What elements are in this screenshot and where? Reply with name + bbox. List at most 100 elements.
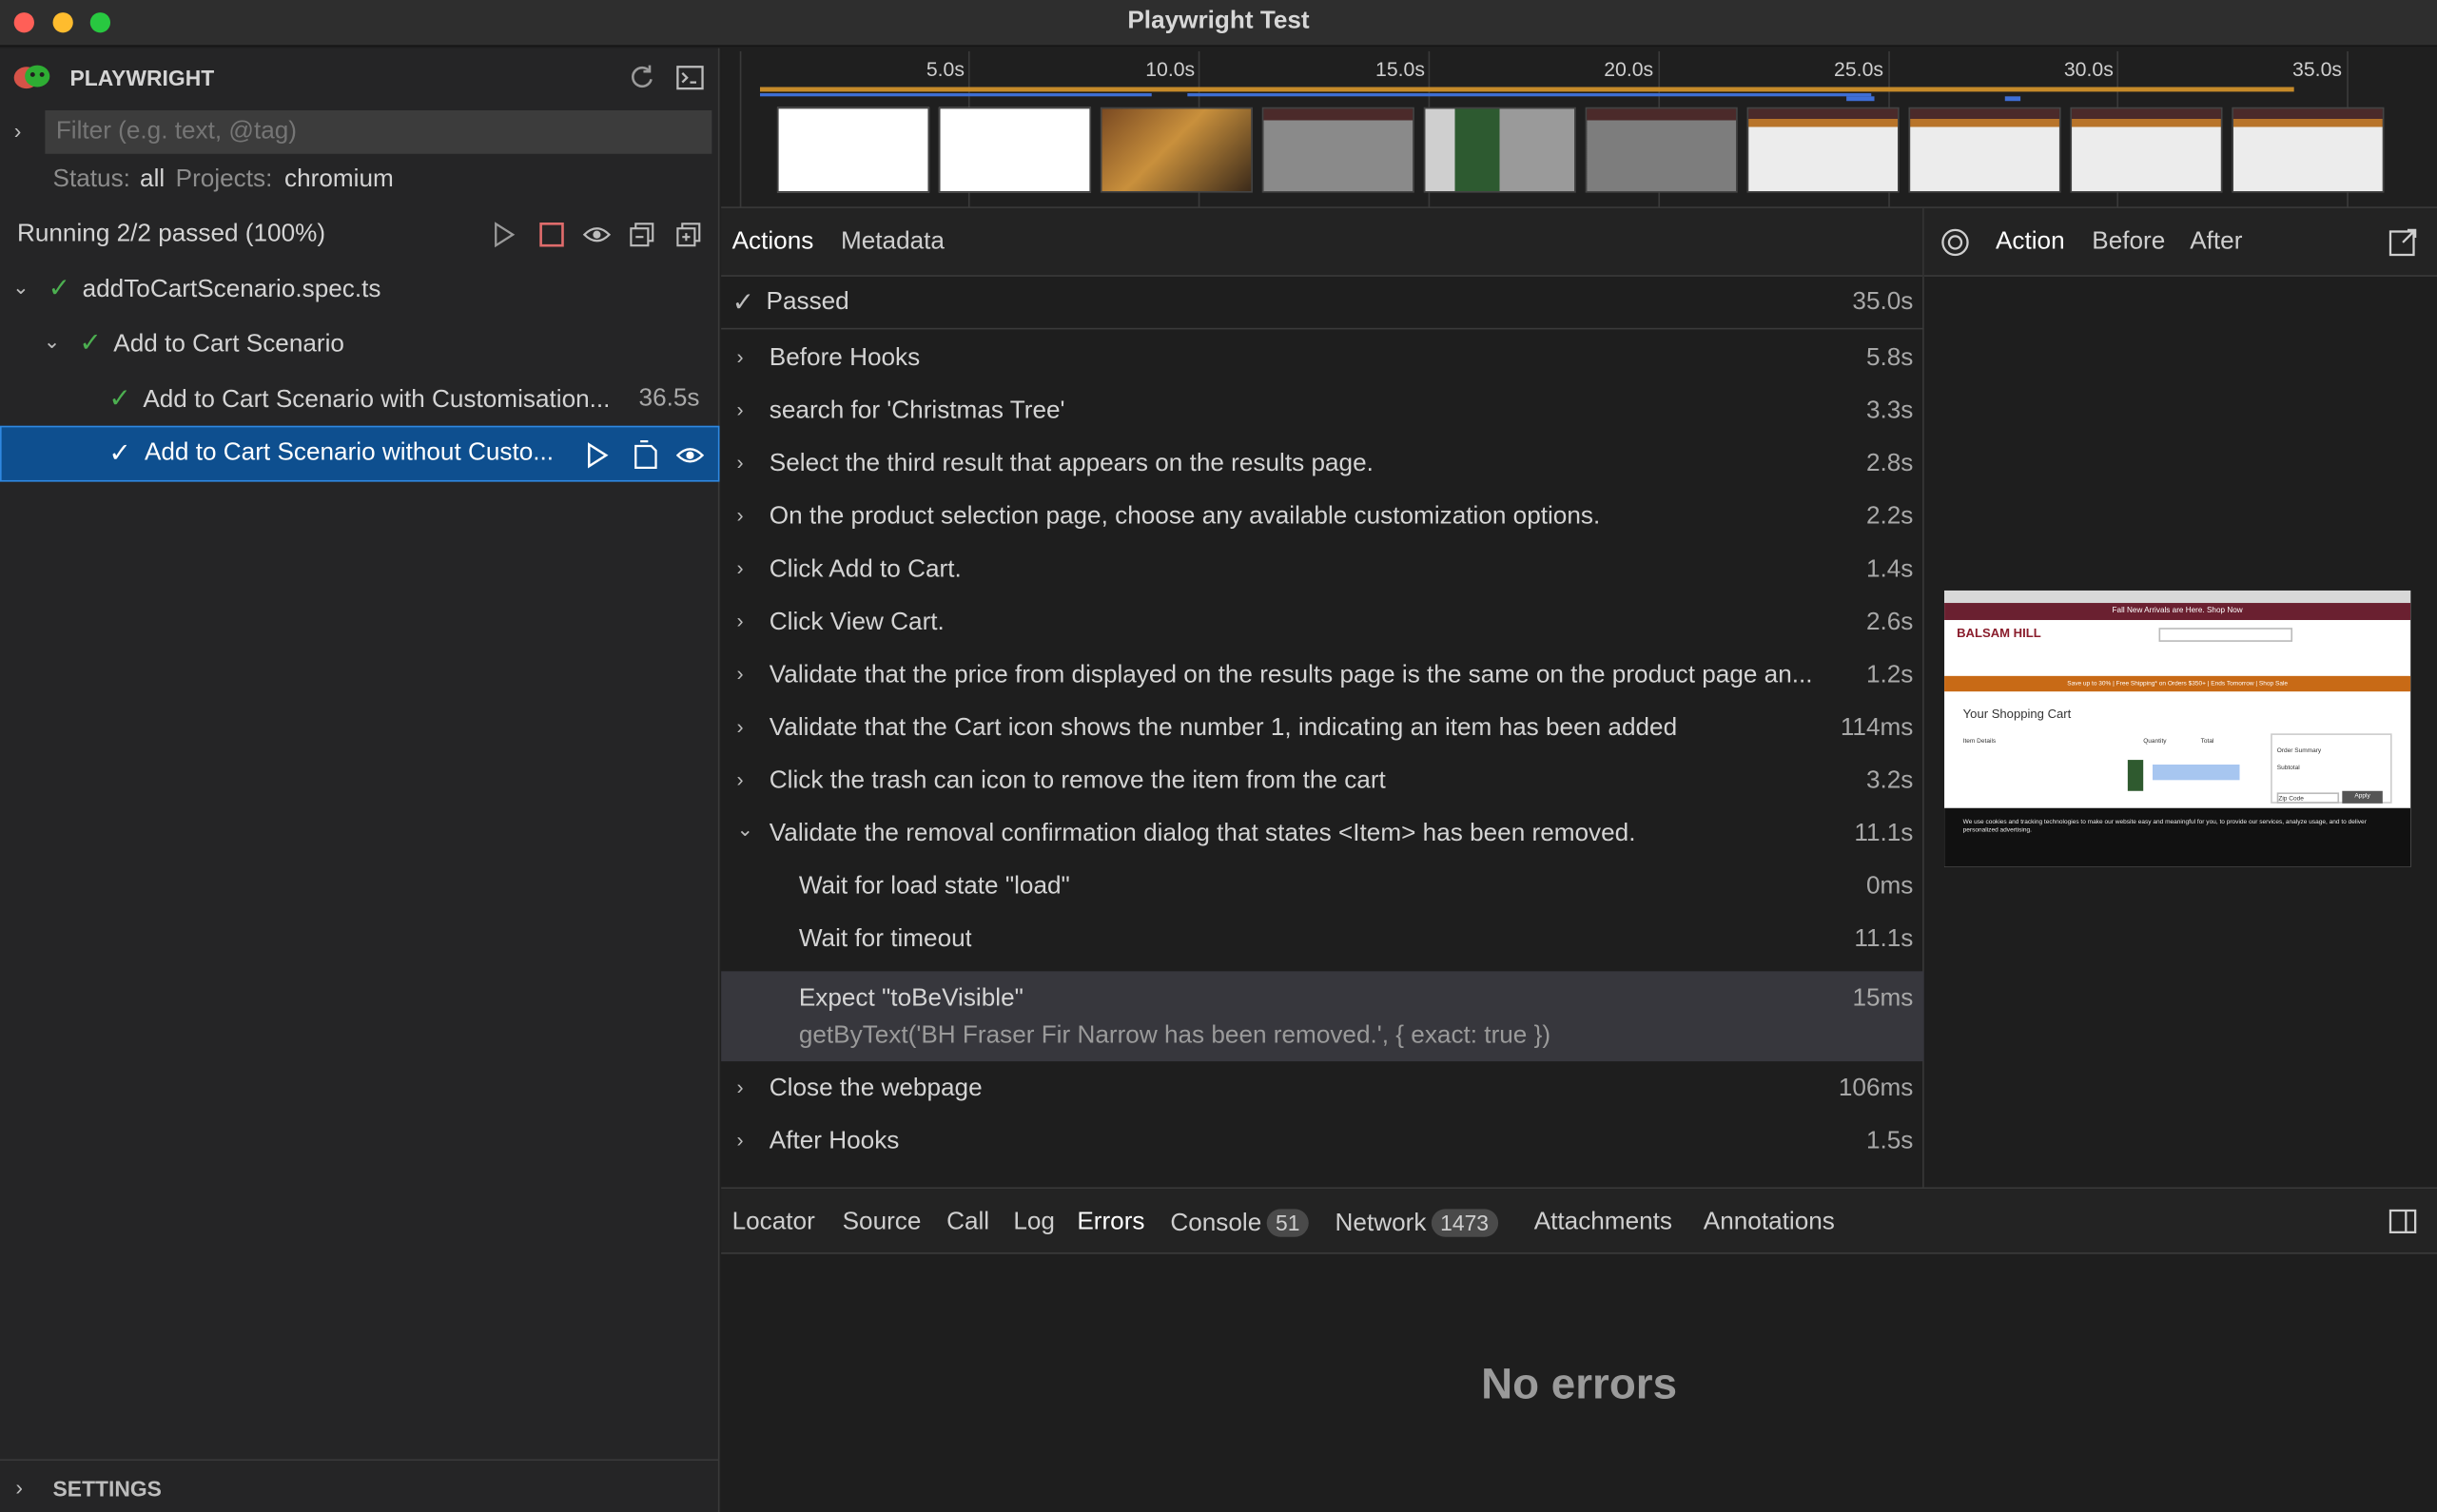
action-label: Click View Cart.: [769, 609, 945, 636]
pick-locator-target-icon[interactable]: [1940, 227, 1971, 266]
tab-source[interactable]: Source: [843, 1209, 922, 1236]
filmstrip-frame[interactable]: [776, 107, 930, 193]
filmstrip-frame[interactable]: [2070, 107, 2223, 193]
chevron-right-icon[interactable]: ›: [736, 715, 743, 739]
details-tabbar: Locator Source Call Log Errors Console 51…: [721, 1189, 2437, 1254]
run-status-text: Running 2/2 passed (100%): [16, 221, 326, 247]
page-snapshot[interactable]: Fall New Arrivals are Here. Shop Now BAL…: [1944, 590, 2411, 867]
action-label: Before Hooks: [769, 344, 921, 372]
settings-section[interactable]: › SETTINGS: [0, 1459, 720, 1512]
projects-filter-value[interactable]: chromium: [284, 166, 394, 194]
settings-label: SETTINGS: [52, 1476, 162, 1502]
reload-icon[interactable]: [626, 62, 657, 101]
chevron-right-icon[interactable]: ›: [736, 1076, 743, 1099]
chevron-right-icon[interactable]: ›: [736, 397, 743, 421]
chevron-right-icon[interactable]: ›: [736, 662, 743, 686]
watch-eye-icon[interactable]: [675, 441, 705, 477]
collapse-all-icon[interactable]: [628, 221, 655, 257]
tree-test-item-selected[interactable]: ✓ Add to Cart Scenario without Custo...: [0, 425, 720, 482]
tab-call[interactable]: Call: [946, 1209, 989, 1236]
watch-all-eye-icon[interactable]: [582, 221, 612, 257]
tab-console-label: Console: [1170, 1210, 1262, 1237]
filmstrip-frame[interactable]: [1261, 107, 1414, 193]
spec-file-label: addToCartScenario.spec.ts: [82, 276, 381, 303]
action-row[interactable]: › Validate that the Cart icon shows the n…: [721, 703, 1924, 756]
filmstrip-frame[interactable]: [938, 107, 1092, 193]
expand-filter-chevron-icon[interactable]: ›: [14, 118, 22, 143]
action-subrow[interactable]: Wait for load state "load" 0ms: [721, 861, 1924, 914]
action-row[interactable]: › Select the third result that appears on…: [721, 438, 1924, 492]
filmstrip-frame[interactable]: [1423, 107, 1576, 193]
chevron-right-icon[interactable]: ›: [736, 1128, 743, 1152]
action-row[interactable]: › Click the trash can icon to remove the …: [721, 755, 1924, 808]
snapshot-promo: Save up to 30% | Free Shipping* on Order…: [1944, 675, 2411, 692]
tab-actions[interactable]: Actions: [732, 228, 814, 256]
timeline-network-bar: [2004, 96, 2021, 102]
run-test-play-icon[interactable]: [584, 441, 609, 477]
filmstrip-frame[interactable]: [1100, 107, 1253, 193]
action-row[interactable]: › Before Hooks 5.8s: [721, 333, 1924, 386]
filter-input[interactable]: [45, 110, 712, 154]
action-row[interactable]: › search for 'Christmas Tree' 3.3s: [721, 385, 1924, 438]
action-label: Validate the removal confirmation dialog…: [769, 820, 1636, 847]
tab-before[interactable]: Before: [2092, 228, 2165, 256]
chevron-right-icon[interactable]: ›: [736, 556, 743, 580]
action-row[interactable]: › Validate that the price from displayed …: [721, 649, 1924, 703]
filmstrip-frame[interactable]: [1908, 107, 2061, 193]
action-row[interactable]: › Click Add to Cart. 1.4s: [721, 544, 1924, 597]
chevron-right-icon[interactable]: ›: [736, 451, 743, 475]
tab-locator[interactable]: Locator: [732, 1209, 815, 1236]
run-all-play-icon[interactable]: [491, 221, 516, 257]
action-label: Select the third result that appears on …: [769, 450, 1374, 477]
tab-metadata[interactable]: Metadata: [841, 228, 945, 256]
expand-all-icon[interactable]: [674, 221, 702, 257]
tab-action[interactable]: Action: [1996, 228, 2065, 256]
chevron-down-icon[interactable]: ⌄: [44, 329, 61, 354]
open-in-new-window-icon[interactable]: [2388, 227, 2419, 266]
status-filter-value[interactable]: all: [140, 166, 165, 194]
stop-icon[interactable]: [537, 221, 565, 257]
timeline-filmstrip[interactable]: 5.0s 10.0s 15.0s 20.0s 25.0s 30.0s 35.0s: [721, 48, 2437, 208]
passed-label: Passed: [766, 288, 849, 316]
filmstrip-frame[interactable]: [1585, 107, 1738, 193]
action-row-expanded[interactable]: ⌄ Validate the removal confirmation dialo…: [721, 808, 1924, 862]
chevron-down-icon[interactable]: ⌄: [736, 818, 753, 843]
action-duration: 1.5s: [1865, 1128, 1914, 1155]
status-filter-label: Status:: [52, 165, 130, 193]
snapshot-brand: BALSAM HILL: [1957, 626, 2041, 641]
tab-network[interactable]: Network 1473: [1335, 1209, 1498, 1238]
action-subrow-selected[interactable]: Expect "toBeVisible" 15ms getByText('BH …: [721, 971, 1924, 1062]
chevron-right-icon[interactable]: ›: [15, 1475, 23, 1500]
terminal-icon[interactable]: [674, 62, 706, 101]
snapshot-col-total: Total: [2200, 736, 2214, 745]
open-source-icon[interactable]: [630, 439, 661, 478]
snapshot-subtotal: Subtotal: [2276, 763, 2300, 771]
action-label: Validate that the Cart icon shows the nu…: [769, 714, 1678, 742]
tab-after[interactable]: After: [2190, 228, 2242, 256]
details-panel: Locator Source Call Log Errors Console 51…: [721, 1187, 2437, 1512]
action-row[interactable]: › On the product selection page, choose a…: [721, 491, 1924, 544]
action-row[interactable]: › After Hooks 1.5s: [721, 1115, 1924, 1169]
tab-console[interactable]: Console 51: [1170, 1209, 1310, 1238]
tab-attachments[interactable]: Attachments: [1534, 1209, 1672, 1236]
chevron-right-icon[interactable]: ›: [736, 767, 743, 791]
filmstrip-frame[interactable]: [1746, 107, 1900, 193]
chevron-right-icon[interactable]: ›: [736, 610, 743, 633]
action-row[interactable]: › Click View Cart. 2.6s: [721, 597, 1924, 650]
action-row[interactable]: › Close the webpage 106ms: [721, 1063, 1924, 1116]
chevron-right-icon[interactable]: ›: [736, 345, 743, 369]
timeline-tick-label: 30.0s: [2063, 57, 2114, 81]
tab-errors[interactable]: Errors: [1077, 1209, 1144, 1236]
toggle-layout-icon[interactable]: [2388, 1208, 2419, 1244]
chevron-down-icon[interactable]: ⌄: [12, 275, 29, 300]
action-subrow[interactable]: Wait for timeout 11.1s: [721, 914, 1924, 967]
tab-network-label: Network: [1335, 1210, 1427, 1237]
chevron-right-icon[interactable]: ›: [736, 503, 743, 527]
timeline-action-bar: [759, 87, 2294, 92]
tab-log[interactable]: Log: [1013, 1209, 1055, 1236]
filmstrip-frame[interactable]: [2232, 107, 2385, 193]
passed-duration: 35.0s: [1852, 288, 1914, 316]
actions-panel: Actions Metadata ✓ Passed 35.0s › Before …: [721, 207, 1924, 1188]
tab-annotations[interactable]: Annotations: [1704, 1209, 1835, 1236]
action-duration: 1.2s: [1865, 662, 1914, 688]
